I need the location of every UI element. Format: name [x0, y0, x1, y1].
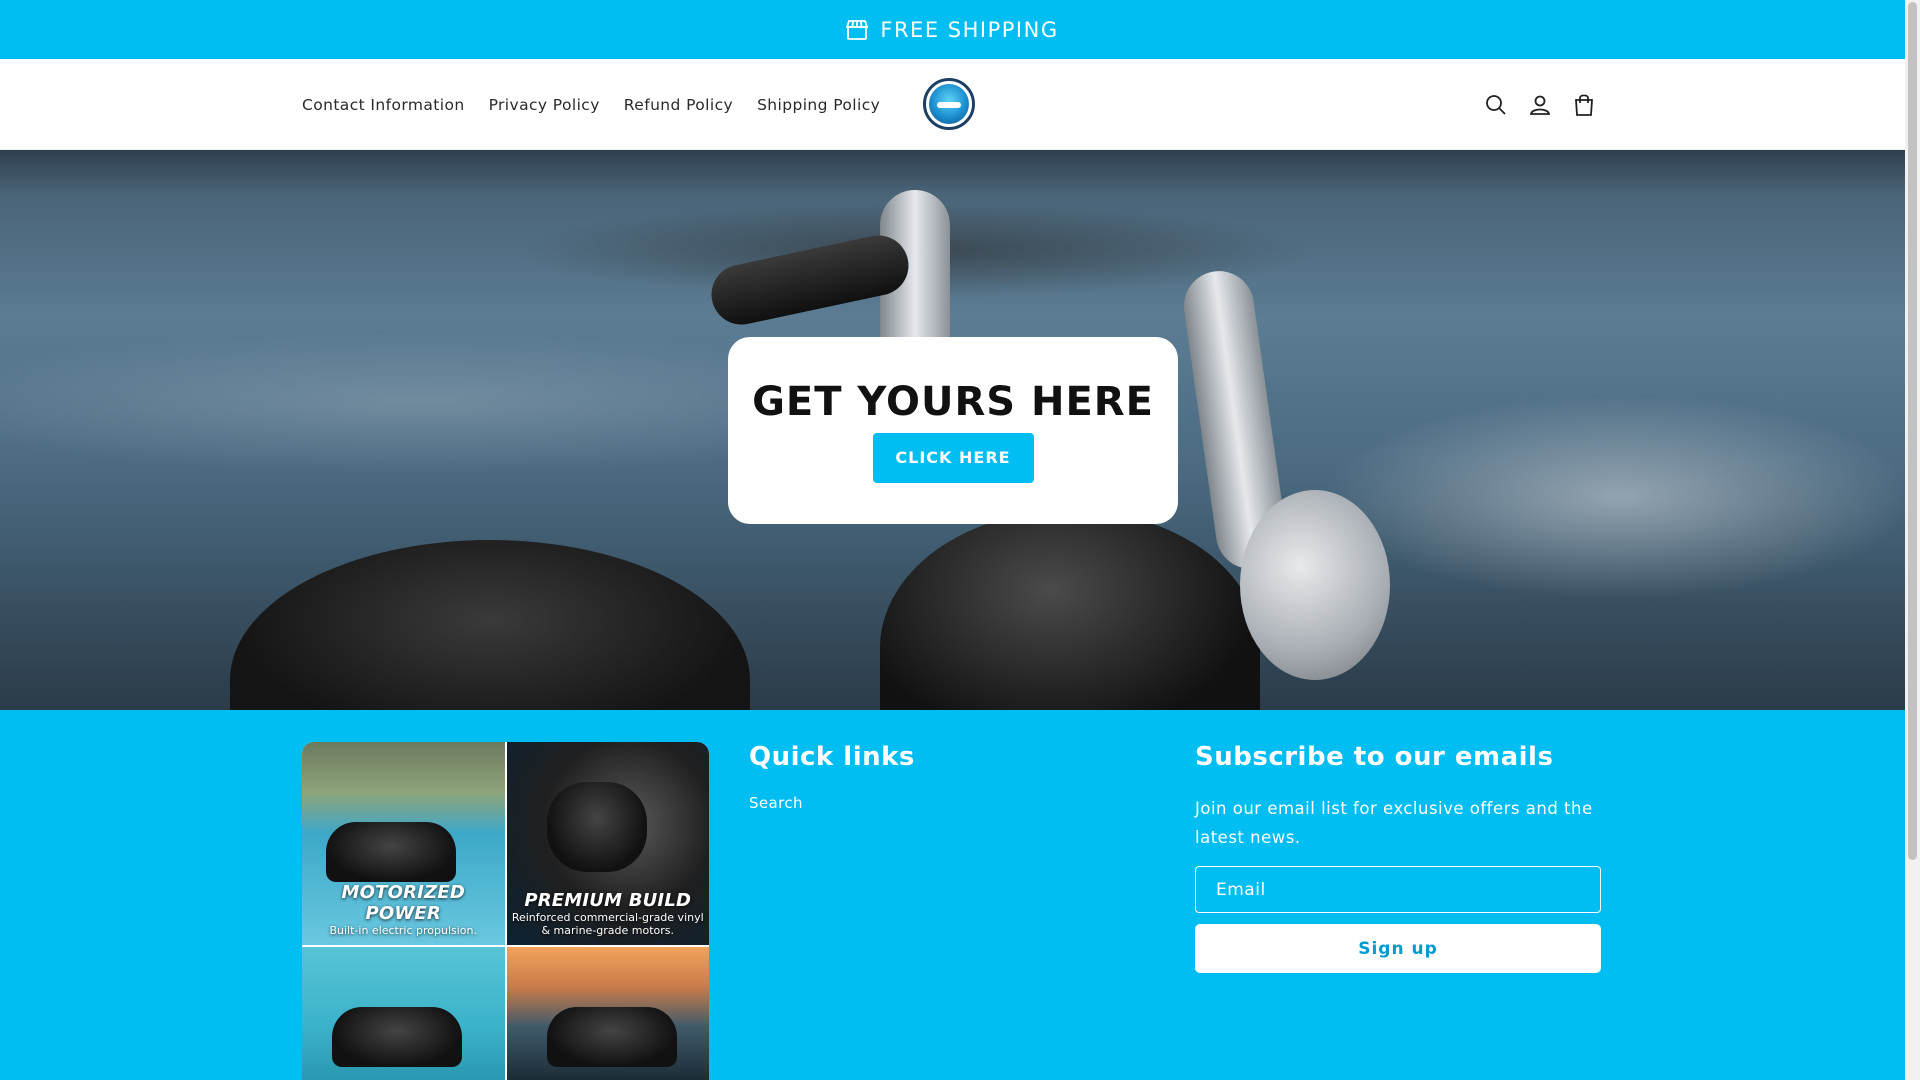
sign-up-button[interactable]: Sign up: [1195, 924, 1601, 973]
hero-image-headlight: [1240, 490, 1390, 680]
collage-tile-pool: [302, 947, 505, 1080]
header-icons: [1483, 59, 1597, 150]
jet-ski-logo-icon: [929, 84, 969, 124]
hero-image-tank: [880, 510, 1260, 710]
motorcycle-icon: [546, 1007, 677, 1067]
product-collage-image: MOTORIZED POWER Built-in electric propul…: [302, 742, 709, 1080]
account-icon[interactable]: [1527, 92, 1553, 118]
newsletter-description: Join our email list for exclusive offers…: [1195, 799, 1593, 847]
collage-tile-lake-sunset: [506, 947, 709, 1080]
quick-links-heading: Quick links: [749, 742, 915, 772]
collage-caption-title: MOTORIZED POWER: [341, 882, 465, 924]
collage-caption-title: PREMIUM BUILD: [524, 890, 692, 911]
footer-link-search[interactable]: Search: [749, 794, 915, 812]
cart-icon[interactable]: [1571, 92, 1597, 118]
search-icon[interactable]: [1483, 92, 1509, 118]
store-icon: [846, 19, 869, 40]
collage-caption-subtitle: Reinforced commercial-grade vinyl & mari…: [511, 911, 704, 937]
newsletter-heading: Subscribe to our emails: [1195, 742, 1554, 772]
quick-links-section: Quick links Search: [749, 742, 915, 812]
motorcycle-icon: [326, 822, 456, 882]
announcement-bar: FREE SHIPPING: [0, 0, 1905, 59]
click-here-button[interactable]: CLICK HERE: [872, 432, 1034, 483]
nav-link-privacy-policy[interactable]: Privacy Policy: [489, 96, 600, 114]
page-scrollbar[interactable]: [1905, 0, 1920, 1080]
main-nav: Contact Information Privacy Policy Refun…: [302, 59, 880, 150]
motorcycle-icon: [546, 782, 647, 872]
motorcycle-icon: [332, 1007, 462, 1067]
site-header: Contact Information Privacy Policy Refun…: [0, 59, 1905, 150]
nav-link-refund-policy[interactable]: Refund Policy: [624, 96, 733, 114]
collage-tile-premium-build: PREMIUM BUILD Reinforced commercial-grad…: [506, 742, 709, 945]
hero-promo-card: GET YOURS HERE CLICK HERE: [728, 337, 1178, 524]
nav-link-contact-information[interactable]: Contact Information: [302, 96, 465, 114]
nav-link-shipping-policy[interactable]: Shipping Policy: [757, 96, 880, 114]
collage-tile-motorized-power: MOTORIZED POWER Built-in electric propul…: [302, 742, 505, 945]
newsletter-section: Subscribe to our emails Join our email l…: [1195, 742, 1601, 973]
announcement-text: FREE SHIPPING: [880, 17, 1059, 42]
store-logo[interactable]: [923, 78, 975, 130]
collage-caption-subtitle: Built-in electric propulsion.: [329, 924, 477, 937]
email-field[interactable]: [1195, 866, 1601, 913]
hero-title: GET YOURS HERE: [752, 378, 1154, 425]
hero-image-seat: [230, 540, 750, 710]
site-footer: MOTORIZED POWER Built-in electric propul…: [0, 710, 1905, 1080]
scrollbar-thumb[interactable]: [1908, 2, 1917, 860]
